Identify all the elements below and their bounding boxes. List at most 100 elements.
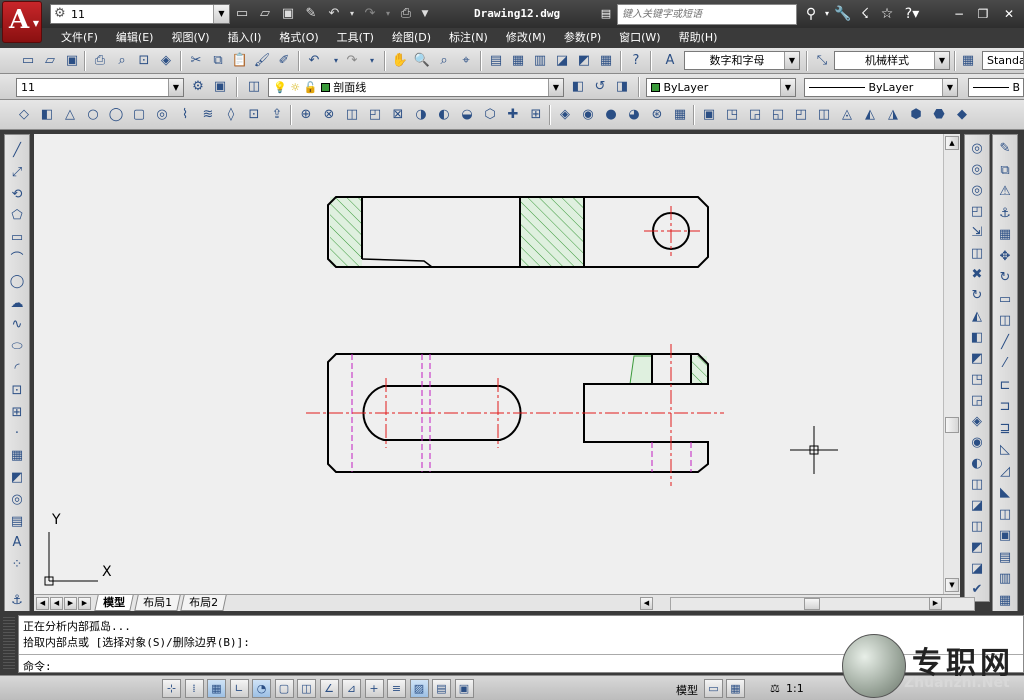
undo-icon[interactable]: ↶ [304, 51, 324, 71]
menu-item[interactable]: 插入(I) [219, 28, 271, 48]
annotation-scale-value[interactable]: 1:1 [786, 682, 804, 695]
text-style-icon[interactable]: A [660, 51, 680, 71]
tab-layout1[interactable]: 布局1 [134, 595, 181, 611]
camera-icon[interactable]: ⬢ [906, 105, 926, 125]
slice-icon[interactable]: ◪ [967, 559, 987, 579]
blend-icon[interactable]: ◣ [995, 483, 1015, 503]
loft-icon[interactable]: ⊗ [319, 105, 339, 125]
drawing-area[interactable]: Y X [34, 134, 943, 594]
3d-print-icon[interactable]: ◈ [156, 51, 176, 71]
separate-icon[interactable]: ◐ [967, 454, 987, 474]
object-snap-tracking-icon[interactable]: ∠ [319, 679, 339, 698]
spline-icon[interactable]: ∿ [7, 315, 27, 335]
properties-icon[interactable]: ▤ [486, 51, 506, 71]
plot-icon[interactable]: ⎙ [90, 51, 110, 71]
viewport-icon[interactable]: ▤ [995, 548, 1015, 568]
copy-icon[interactable]: ⧉ [208, 51, 228, 71]
point-icon[interactable]: · [7, 424, 27, 444]
zoom-realtime-icon[interactable]: 🔍 [412, 51, 432, 71]
polyline-icon[interactable]: ⟲ [7, 185, 27, 205]
table-style-icon[interactable]: ▦ [958, 51, 978, 71]
shell-icon[interactable]: ◫ [967, 475, 987, 495]
torus-icon[interactable]: ▢ [129, 105, 149, 125]
vertical-scrollbar[interactable]: ▲ ▼ [943, 134, 960, 594]
zoom-previous-icon[interactable]: ⌖ [456, 51, 476, 71]
menu-item[interactable]: 窗口(W) [610, 28, 669, 48]
menu-item[interactable]: 标注(N) [440, 28, 497, 48]
color-edges-icon[interactable]: ◲ [967, 391, 987, 411]
cut-icon[interactable]: ✂ [186, 51, 206, 71]
imprint-icon[interactable]: ◈ [967, 412, 987, 432]
copy-faces-icon[interactable]: ◧ [967, 328, 987, 348]
customize-dropdown-icon[interactable]: ▼ [419, 4, 431, 24]
ellipse-arc-icon[interactable]: ◜ [7, 359, 27, 379]
command-window-grip[interactable] [3, 617, 15, 671]
3d-move-icon[interactable]: ◑ [411, 105, 431, 125]
tab-model[interactable]: 模型 [94, 595, 134, 611]
undo-icon[interactable]: ↶ [324, 4, 344, 24]
dim-style-icon[interactable]: ⤡ [812, 51, 832, 71]
join-icon[interactable]: ⊒ [995, 419, 1015, 439]
first-tab-arrow[interactable]: ◀ [36, 597, 49, 610]
allow-ucs-icon[interactable]: ⊿ [342, 679, 361, 698]
color-combo[interactable]: ByLayer ▼ [646, 78, 796, 97]
scale-icon[interactable]: ▭ [995, 290, 1015, 310]
pan-icon[interactable]: ✋ [390, 51, 410, 71]
ellipse-icon[interactable]: ⬭ [7, 337, 27, 357]
view-se-icon[interactable]: ◬ [837, 105, 857, 125]
save-icon[interactable]: ▣ [62, 51, 82, 71]
object-snap-icon[interactable]: ▢ [274, 679, 294, 698]
layout-icon[interactable]: ▣ [995, 526, 1015, 546]
gradient-icon[interactable]: ◩ [7, 468, 27, 488]
subtract-icon[interactable]: ◎ [967, 160, 987, 180]
zoom-window-icon[interactable]: ⌕ [434, 51, 454, 71]
anchor-icon[interactable]: ⚓ [7, 591, 27, 611]
chamfer-icon[interactable]: ◺ [995, 440, 1015, 460]
my-workspace-icon[interactable]: ▣ [210, 77, 230, 97]
polar-tracking-icon[interactable]: ◔ [252, 679, 271, 698]
close-button[interactable]: ✕ [998, 4, 1020, 24]
plot-preview-icon[interactable]: ⌕ [112, 51, 132, 71]
insert-block-icon[interactable]: ⊡ [7, 381, 27, 401]
cylinder-icon[interactable]: ◯ [106, 105, 126, 125]
offset-icon[interactable]: ⚓ [995, 204, 1015, 224]
color-faces-icon[interactable]: ◩ [967, 349, 987, 369]
stretch-icon[interactable]: ◫ [995, 311, 1015, 331]
redo-dropdown-icon[interactable]: ▾ [362, 51, 382, 71]
make-block-icon[interactable]: ⊞ [7, 403, 27, 423]
match-properties-icon[interactable]: 🖌 [252, 51, 272, 71]
array-icon[interactable]: ▦ [995, 225, 1015, 245]
fillet-icon[interactable]: ◿ [995, 462, 1015, 482]
workspace-switcher[interactable]: ⚙ 11 ▼ [50, 4, 230, 24]
extrude-faces-icon[interactable]: ◰ [967, 202, 987, 222]
model-space-label[interactable]: 模型 [676, 682, 698, 698]
minimize-button[interactable]: − [948, 4, 970, 24]
extend-icon[interactable]: ⁄ [995, 354, 1015, 374]
chamfer-edge-icon[interactable]: ◩ [967, 538, 987, 558]
expand-search-icon[interactable]: ▤ [595, 4, 617, 24]
binoculars-dropdown-icon[interactable]: ▾ [822, 4, 832, 24]
tool-palettes-icon[interactable]: ▥ [530, 51, 550, 71]
multiline-text-icon[interactable]: A [7, 533, 27, 553]
plot-icon[interactable]: ⎙ [396, 4, 416, 24]
revision-cloud-icon[interactable]: ☁ [7, 294, 27, 314]
quick-view-layouts-icon[interactable]: ▭ [704, 679, 723, 698]
help-icon[interactable]: ? [626, 51, 646, 71]
presspull-icon[interactable]: ⊡ [244, 105, 264, 125]
extrude-icon[interactable]: ◊ [221, 105, 241, 125]
delete-faces-icon[interactable]: ✖ [967, 265, 987, 285]
view-nw-icon[interactable]: ◮ [883, 105, 903, 125]
layer-previous-icon[interactable]: ↺ [590, 77, 610, 97]
text-style-combo[interactable]: 数字和字母 ▼ [684, 51, 800, 70]
view-ne-icon[interactable]: ◭ [860, 105, 880, 125]
offset-faces-icon[interactable]: ◫ [967, 244, 987, 264]
search-input[interactable] [618, 5, 796, 24]
rectangle-icon[interactable]: ▭ [7, 228, 27, 248]
restore-button[interactable]: ❐ [972, 4, 994, 24]
save-icon[interactable]: ▣ [278, 4, 298, 24]
cone-icon[interactable]: △ [60, 105, 80, 125]
add-selected-icon[interactable]: ⁘ [7, 555, 27, 575]
dynamic-input-icon[interactable]: + [364, 679, 384, 698]
grid-display-icon[interactable]: ▦ [207, 679, 226, 698]
intersect-icon[interactable]: ⊠ [388, 105, 408, 125]
